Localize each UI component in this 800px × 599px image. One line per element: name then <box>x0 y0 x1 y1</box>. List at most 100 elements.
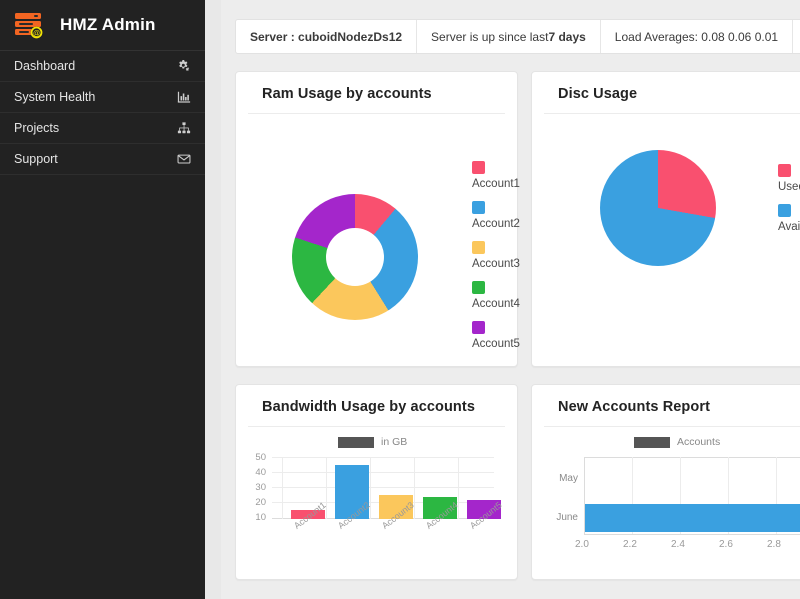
y-tick: 30 <box>255 482 266 493</box>
legend-swatch <box>338 436 374 448</box>
brand-title: HMZ Admin <box>60 15 156 34</box>
gridline <box>584 457 800 458</box>
legend-label: Available <box>778 221 800 233</box>
sitemap-icon <box>177 121 191 135</box>
sidebar-item-dashboard[interactable]: Dashboard <box>0 51 205 82</box>
legend-label: Account2 <box>472 218 520 230</box>
page-content: Server : cuboidNodezDs12 Server is up si… <box>221 0 800 599</box>
legend-item: Used <box>778 164 800 193</box>
legend-swatch <box>778 204 791 217</box>
gridline <box>326 457 327 519</box>
server-rack-icon: @ <box>12 9 50 41</box>
legend-item: Account2 <box>472 201 520 230</box>
y-tick: 40 <box>255 467 266 478</box>
legend-swatch <box>472 321 485 334</box>
bandwidth-plot: 50 40 30 20 10 Account1 Account2 Account… <box>255 452 503 531</box>
legend-swatch <box>472 161 485 174</box>
sidebar-nav: Dashboard System Health Projects Support <box>0 51 205 175</box>
bar-chart-icon <box>177 90 191 104</box>
legend-swatch <box>634 436 670 448</box>
legend-label: Account4 <box>472 298 520 310</box>
legend-label: Account1 <box>472 178 520 190</box>
y-tick: May <box>559 473 578 484</box>
sidebar: @ HMZ Admin Dashboard System Health Proj… <box>0 0 205 599</box>
gridline <box>458 457 459 519</box>
legend-swatch <box>472 281 485 294</box>
card-new-accounts: New Accounts Report Accounts May June 2.… <box>531 384 800 580</box>
sidebar-item-support[interactable]: Support <box>0 144 205 175</box>
legend-swatch <box>472 201 485 214</box>
donut-hole <box>326 228 384 286</box>
legend-item: Account4 <box>472 281 520 310</box>
sidebar-item-label: Support <box>14 152 58 166</box>
bar-june[interactable] <box>585 504 800 532</box>
card-title: Ram Usage by accounts <box>248 72 505 114</box>
disc-pie-slices <box>600 150 716 266</box>
sidebar-item-system-health[interactable]: System Health <box>0 82 205 113</box>
status-bar: Server : cuboidNodezDs12 Server is up si… <box>235 19 800 54</box>
sidebar-item-label: Projects <box>14 121 60 135</box>
legend-item: Account5 <box>472 321 520 350</box>
legend-item: Account3 <box>472 241 520 270</box>
status-uptime: Server is up since last 7 days <box>417 20 601 53</box>
disc-legend: Used Available <box>778 164 800 244</box>
gridline <box>272 457 494 458</box>
chart-row-2: Bandwidth Usage by accounts in GB 50 40 … <box>235 384 800 580</box>
gridline <box>584 534 800 535</box>
legend-item: Available <box>778 204 800 233</box>
ram-legend: Account1 Account2 Account3 Account4 Acco… <box>472 161 520 361</box>
card-bandwidth-usage: Bandwidth Usage by accounts in GB 50 40 … <box>235 384 518 580</box>
x-tick: 2.4 <box>671 539 685 550</box>
legend-swatch <box>778 164 791 177</box>
card-ram-usage: Ram Usage by accounts Account1 Account2 … <box>235 71 520 367</box>
new-accounts-chart: Accounts May June 2.0 2.2 2.4 2.6 2.8 <box>532 427 800 574</box>
disc-usage-chart: Used Available <box>532 114 800 361</box>
brand-header[interactable]: @ HMZ Admin <box>0 0 205 51</box>
gears-icon <box>177 59 191 73</box>
bandwidth-legend: in GB <box>338 436 407 448</box>
svg-text:@: @ <box>33 30 40 37</box>
accounts-legend: Accounts <box>634 436 720 448</box>
sidebar-item-label: Dashboard <box>14 59 76 73</box>
x-tick: 2.6 <box>719 539 733 550</box>
y-tick: 10 <box>255 512 266 523</box>
status-load-averages: Load Averages: 0.08 0.06 0.01 <box>601 20 794 53</box>
card-disc-usage: Disc Usage Used Availabl <box>531 71 800 367</box>
legend-swatch <box>472 241 485 254</box>
x-tick: 2.2 <box>623 539 637 550</box>
gridline <box>414 457 415 519</box>
dashboard-page: @ HMZ Admin Dashboard System Health Proj… <box>0 0 800 599</box>
status-server: Server : cuboidNodezDs12 <box>236 20 418 53</box>
legend-label: Account3 <box>472 258 520 270</box>
y-tick: 50 <box>255 452 266 463</box>
x-tick: 2.8 <box>767 539 781 550</box>
legend-label: Used <box>778 181 800 193</box>
status-updates[interactable]: Updates 1 <box>793 20 800 53</box>
sidebar-item-projects[interactable]: Projects <box>0 113 205 144</box>
envelope-icon <box>177 152 191 166</box>
ram-usage-chart: Account1 Account2 Account3 Account4 Acco… <box>236 114 520 361</box>
y-tick: June <box>556 512 578 523</box>
accounts-plot: May June 2.0 2.2 2.4 2.6 2.8 3.0 <box>556 457 800 550</box>
card-title: Bandwidth Usage by accounts <box>248 385 505 427</box>
gridline <box>370 457 371 519</box>
bandwidth-chart: in GB 50 40 30 20 10 Account1 Account2 A… <box>236 427 517 574</box>
status-uptime-value: 7 days <box>548 29 586 44</box>
legend-label: Account5 <box>472 338 520 350</box>
legend-label: in GB <box>381 436 408 448</box>
x-tick: 2.0 <box>575 539 589 550</box>
main-area: Server : cuboidNodezDs12 Server is up si… <box>205 0 800 599</box>
page-gutter <box>205 0 221 599</box>
gridline <box>282 457 283 519</box>
card-title: New Accounts Report <box>544 385 800 427</box>
legend-label: Accounts <box>677 436 721 448</box>
chart-row-1: Ram Usage by accounts Account1 Account2 … <box>235 71 800 367</box>
ram-donut-slices <box>292 194 418 320</box>
status-uptime-prefix: Server is up since last <box>431 29 549 44</box>
legend-item: Account1 <box>472 161 520 190</box>
y-tick: 20 <box>255 497 266 508</box>
disc-pie <box>600 150 716 266</box>
sidebar-item-label: System Health <box>14 90 96 104</box>
card-title: Disc Usage <box>544 72 800 114</box>
gridline <box>272 487 494 488</box>
